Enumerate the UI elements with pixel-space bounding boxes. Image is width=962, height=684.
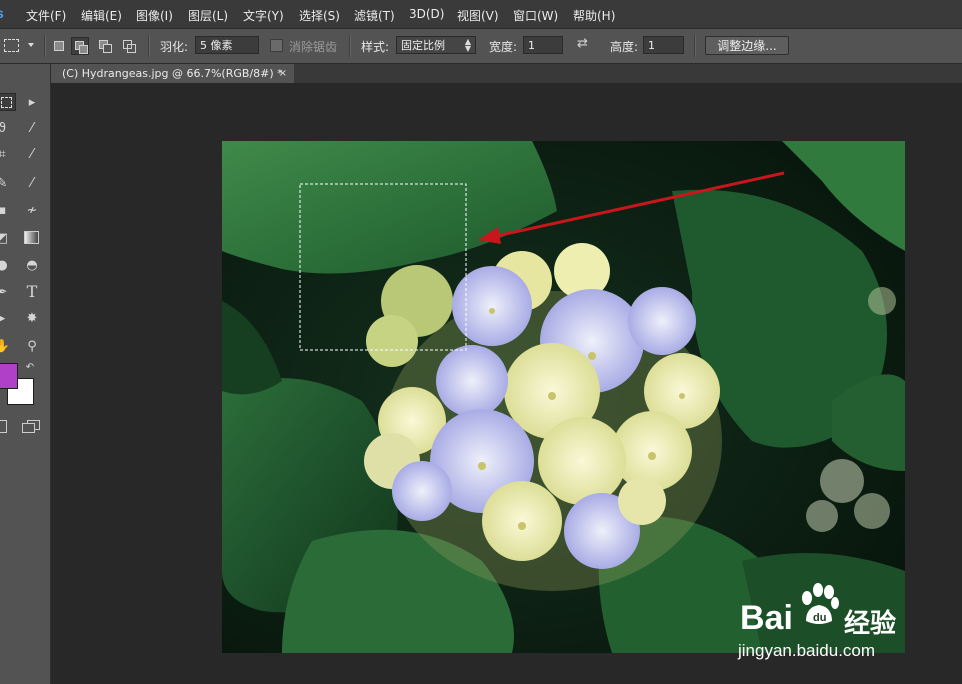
height-input[interactable]: 1 (643, 36, 684, 54)
antialias-checkbox[interactable] (270, 39, 283, 52)
options-bar: 羽化: 5 像素 消除锯齿 样式: 固定比例 ▲ ▼ 宽度: 1 ⇄ 高度: 1 … (0, 29, 962, 64)
divider (694, 35, 696, 57)
type-tool-icon[interactable]: T (22, 283, 42, 301)
width-input[interactable]: 1 (523, 36, 563, 54)
divider (349, 35, 351, 57)
screen-mode-icon[interactable] (22, 420, 40, 433)
swap-colors-icon[interactable]: ↶ (20, 359, 40, 377)
move-tool-icon[interactable]: ▸ (22, 94, 42, 112)
menu-type[interactable]: 文字(Y) (243, 7, 284, 24)
foreground-color-swatch[interactable] (0, 363, 18, 389)
menu-bar: s 文件(F) 编辑(E) 图像(I) 图层(L) 文字(Y) 选择(S) 滤镜… (0, 0, 962, 29)
menu-window[interactable]: 窗口(W) (513, 7, 558, 24)
eyedropper-tool-icon[interactable]: ⁄ (22, 146, 42, 164)
chevron-down-icon (28, 43, 34, 47)
tool-preset-picker[interactable] (2, 38, 36, 54)
divider (148, 35, 150, 57)
marquee-preset-icon (4, 39, 19, 52)
new-selection-button[interactable] (50, 37, 68, 55)
menu-edit[interactable]: 编辑(E) (81, 7, 122, 24)
hand-tool-icon[interactable]: ✋ (0, 338, 12, 356)
add-to-selection-button[interactable] (71, 37, 89, 55)
clone-stamp-tool-icon[interactable]: ▪ (0, 202, 12, 220)
width-label: 宽度: (489, 40, 518, 54)
menu-select[interactable]: 选择(S) (299, 7, 340, 24)
photoshop-logo[interactable]: s (0, 5, 4, 21)
updown-arrow-icon: ▲ ▼ (464, 37, 471, 53)
healing-brush-tool-icon[interactable]: ✎ (0, 175, 12, 193)
quick-selection-tool-icon[interactable]: ⁄ (22, 120, 42, 138)
baidu-brand-text: Bai (740, 599, 793, 637)
eraser-tool-icon[interactable]: ◩ (0, 230, 12, 248)
document-tab[interactable]: (C) Hydrangeas.jpg @ 66.7%(RGB/8#) * × (51, 64, 294, 83)
refine-edge-button[interactable]: 调整边缘... (705, 36, 789, 55)
menu-filter[interactable]: 滤镜(T) (354, 7, 395, 24)
dodge-tool-icon[interactable]: ◓ (22, 257, 42, 275)
style-label: 样式: (361, 40, 390, 54)
style-select[interactable]: 固定比例 ▲ ▼ (396, 36, 476, 54)
blur-tool-icon[interactable]: ● (0, 257, 12, 275)
document-tab-title: (C) Hydrangeas.jpg @ 66.7%(RGB/8#) * (62, 67, 283, 80)
close-icon[interactable]: × (279, 64, 287, 83)
quick-mask-icon[interactable] (0, 420, 7, 433)
marquee-tool-icon[interactable] (0, 93, 16, 111)
swap-width-height-icon[interactable]: ⇄ (577, 36, 588, 51)
antialias-label: 消除锯齿 (289, 40, 338, 54)
menu-layer[interactable]: 图层(L) (188, 7, 228, 24)
menu-view[interactable]: 视图(V) (457, 7, 499, 24)
gradient-tool-icon[interactable] (24, 231, 39, 244)
crop-tool-icon[interactable]: ⌗ (0, 146, 12, 164)
path-selection-tool-icon[interactable]: ▸ (0, 310, 12, 328)
menu-help[interactable]: 帮助(H) (573, 7, 615, 24)
brush-tool-icon[interactable]: ⁄ (22, 175, 42, 193)
divider (44, 35, 46, 57)
custom-shape-tool-icon[interactable]: ✸ (22, 310, 42, 328)
style-select-value: 固定比例 (401, 39, 445, 52)
height-label: 高度: (610, 40, 639, 54)
menu-file[interactable]: 文件(F) (26, 7, 66, 24)
feather-input[interactable]: 5 像素 (195, 36, 259, 54)
zoom-tool-icon[interactable]: ⚲ (22, 338, 42, 356)
lasso-tool-icon[interactable]: ϑ (0, 120, 12, 138)
history-brush-tool-icon[interactable]: ≁ (22, 202, 42, 220)
pen-tool-icon[interactable]: ✒ (0, 284, 12, 302)
subtract-selection-button[interactable] (96, 37, 114, 55)
baidu-watermark: Bai du 经验 jingyan.baidu.com (738, 575, 913, 670)
menu-3d[interactable]: 3D(D) (409, 7, 444, 21)
baidu-paw-icon: du (802, 583, 839, 624)
intersect-selection-button[interactable] (120, 37, 138, 55)
baidu-url: jingyan.baidu.com (738, 641, 876, 660)
svg-text:du: du (813, 612, 826, 624)
document-tab-strip: (C) Hydrangeas.jpg @ 66.7%(RGB/8#) * × (51, 64, 962, 83)
feather-label: 羽化: (160, 40, 189, 54)
tools-panel: ▸ ϑ ⁄ ⌗ ⁄ ✎ ⁄ ▪ ≁ ◩ ● ◓ ✒ T ▸ ✸ ✋ ⚲ ↶ (0, 64, 51, 684)
baidu-brand-tail: 经验 (844, 608, 897, 638)
menu-image[interactable]: 图像(I) (136, 7, 173, 24)
